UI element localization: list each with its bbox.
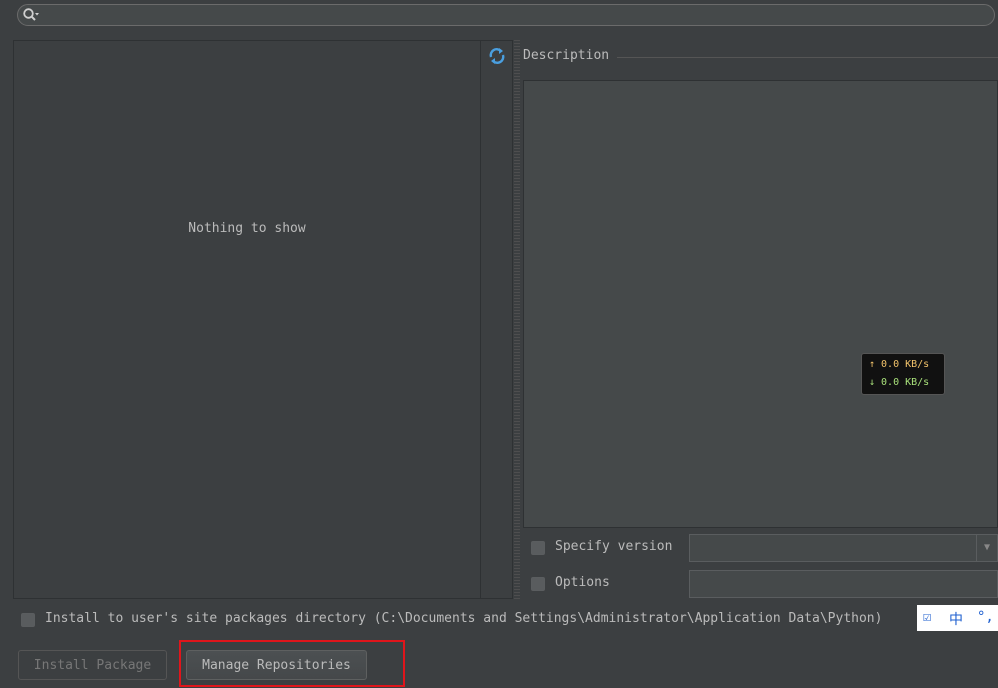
download-speed: ↓ 0.0 KB/s bbox=[869, 377, 930, 388]
install-package-button[interactable]: Install Package bbox=[18, 650, 167, 680]
ime-switch-icon[interactable]: ☑ bbox=[923, 609, 931, 625]
install-to-user-label: Install to user's site packages director… bbox=[45, 611, 883, 626]
ime-mode[interactable]: 中 bbox=[949, 609, 963, 629]
splitter-handle[interactable] bbox=[514, 40, 520, 599]
refresh-icon[interactable] bbox=[487, 46, 507, 66]
network-speed-widget: ↑ 0.0 KB/s ↓ 0.0 KB/s bbox=[861, 353, 945, 395]
description-title: Description bbox=[523, 48, 610, 63]
ime-toolbar[interactable]: ☑ 中 °, bbox=[917, 605, 998, 631]
search-icon[interactable] bbox=[22, 7, 40, 23]
options-label: Options bbox=[555, 575, 610, 590]
highlight-annotation bbox=[179, 640, 405, 687]
specify-version-label: Specify version bbox=[555, 539, 673, 554]
description-divider bbox=[617, 57, 998, 58]
specify-version-checkbox[interactable] bbox=[531, 541, 545, 555]
empty-list-text: Nothing to show bbox=[188, 221, 306, 236]
chevron-down-icon[interactable]: ▼ bbox=[976, 535, 997, 561]
description-panel bbox=[523, 80, 998, 528]
options-input[interactable] bbox=[689, 570, 998, 598]
options-checkbox[interactable] bbox=[531, 577, 545, 591]
ime-punctuation-icon[interactable]: °, bbox=[977, 609, 994, 625]
version-select[interactable]: ▼ bbox=[689, 534, 998, 562]
install-to-user-checkbox[interactable] bbox=[21, 613, 35, 627]
package-list[interactable]: Nothing to show bbox=[13, 40, 481, 599]
upload-speed: ↑ 0.0 KB/s bbox=[869, 359, 930, 370]
list-toolbar bbox=[481, 40, 513, 599]
search-input[interactable] bbox=[17, 4, 995, 26]
